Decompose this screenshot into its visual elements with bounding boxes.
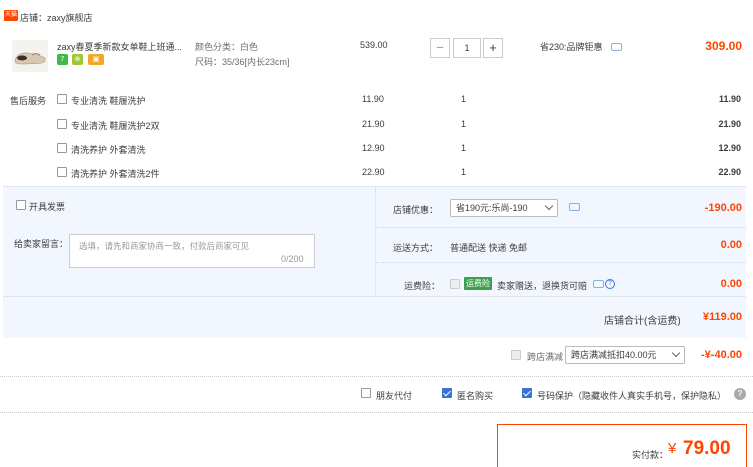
- service-total: 12.90: [718, 143, 741, 153]
- quantity-input[interactable]: 1: [453, 38, 481, 58]
- divider: [375, 188, 376, 296]
- phone-protect-checkbox[interactable]: [522, 388, 532, 398]
- discount-amount: -190.00: [704, 202, 742, 214]
- promo-text: 省230:品牌钜惠: [540, 42, 603, 52]
- insurance-value: 卖家赠送，退换货可赔: [497, 281, 588, 291]
- service-name: 清洗养护 外套清洗: [71, 145, 146, 155]
- invoice-checkbox[interactable]: [16, 200, 26, 210]
- color-spec: 颜色分类：白色: [195, 42, 259, 52]
- cross-shop-checkbox: [511, 350, 521, 360]
- friend-pay-checkbox[interactable]: [361, 388, 371, 398]
- anonymous-label: 匿名购买: [457, 391, 494, 401]
- tmall-badge: 天猫: [4, 10, 18, 21]
- shop-total-label: 店铺合计(含运费): [604, 316, 681, 327]
- shipping-amount: 0.00: [720, 239, 742, 251]
- service-checkbox[interactable]: [57, 167, 67, 177]
- service-qty: 1: [461, 143, 467, 153]
- seven-day-return-icon: 7: [57, 54, 68, 65]
- chat-icon[interactable]: [593, 280, 604, 288]
- service-price: 21.90: [362, 119, 385, 129]
- size-spec: 尺码：35/36[内长23cm]: [195, 57, 290, 67]
- shop-name[interactable]: 店铺：zaxy旗舰店: [20, 11, 93, 24]
- service-qty: 1: [461, 167, 467, 177]
- service-total: 11.90: [718, 94, 741, 104]
- after-sale-label: 售后服务: [10, 96, 47, 106]
- shipping-label: 运送方式：: [393, 243, 439, 253]
- discount-label: 店铺优惠：: [393, 205, 439, 215]
- insurance-badge: 运费险: [464, 277, 492, 290]
- service-total: 21.90: [718, 119, 741, 129]
- chat-icon[interactable]: [569, 203, 580, 211]
- product-thumbnail[interactable]: [12, 40, 48, 72]
- divider: [3, 296, 746, 297]
- question-icon[interactable]: ?: [605, 279, 615, 289]
- decrease-button[interactable]: −: [430, 38, 450, 58]
- service-name: 清洗养护 外套清洗2件: [71, 169, 160, 179]
- message-placeholder: 选填，请先和商家协商一致，付款后商家可见: [79, 241, 250, 251]
- chat-icon[interactable]: [611, 43, 622, 51]
- service-price: 12.90: [362, 143, 385, 153]
- service-checkbox[interactable]: [57, 143, 67, 153]
- service-price: 11.90: [362, 94, 384, 104]
- guarantee-icon: ⊕: [72, 54, 83, 65]
- help-icon[interactable]: ?: [734, 388, 746, 400]
- insurance-checkbox: [450, 279, 460, 289]
- service-price: 22.90: [362, 167, 385, 177]
- divider: [376, 227, 746, 228]
- invoice-label: 开具发票: [29, 202, 66, 212]
- item-subtotal: 309.00: [705, 39, 742, 53]
- cross-shop-amount: -¥-40.00: [701, 349, 742, 361]
- currency-symbol: ¥: [668, 440, 677, 457]
- card-icon: ▣: [88, 54, 104, 65]
- insurance-amount: 0.00: [720, 278, 742, 290]
- divider: [376, 262, 746, 263]
- divider: [0, 376, 753, 377]
- payment-label: 实付款：: [632, 450, 669, 460]
- payment-amount: 79.00: [683, 438, 731, 459]
- cross-shop-selected: 跨店满减抵扣40.00元: [571, 350, 657, 360]
- service-checkbox[interactable]: [57, 119, 67, 129]
- product-title[interactable]: zaxy春夏季新款女单鞋上班通...: [57, 40, 189, 53]
- discount-selected: 省190元:乐尚-190: [456, 203, 528, 213]
- service-qty: 1: [461, 119, 467, 129]
- shop-total-amount: ¥119.00: [702, 311, 742, 323]
- chevron-down-icon: [671, 348, 681, 358]
- anonymous-checkbox[interactable]: [442, 388, 452, 398]
- service-name: 专业清洗 鞋履洗护2双: [71, 121, 160, 131]
- quantity-stepper: − 1 +: [430, 38, 504, 58]
- service-qty: 1: [461, 94, 467, 104]
- shipping-value: 普通配送 快递 免邮: [450, 243, 528, 253]
- service-name: 专业清洗 鞋履洗护: [71, 96, 146, 106]
- phone-protect-label: 号码保护（隐藏收件人真实手机号，保护隐私）: [537, 391, 723, 401]
- service-checkbox[interactable]: [57, 94, 67, 104]
- chevron-down-icon: [544, 201, 554, 211]
- message-label: 给卖家留言：: [14, 239, 69, 249]
- increase-button[interactable]: +: [483, 38, 503, 58]
- unit-price: 539.00: [360, 40, 388, 50]
- insurance-label: 运费险：: [404, 281, 441, 291]
- cross-shop-select[interactable]: 跨店满减抵扣40.00元: [565, 346, 685, 364]
- service-total: 22.90: [718, 167, 741, 177]
- message-char-count: 0/200: [281, 254, 304, 264]
- discount-select[interactable]: 省190元:乐尚-190: [450, 199, 558, 217]
- cross-shop-label: 跨店满减: [527, 352, 564, 362]
- friend-pay-label: 朋友代付: [376, 391, 413, 401]
- divider: [0, 412, 753, 413]
